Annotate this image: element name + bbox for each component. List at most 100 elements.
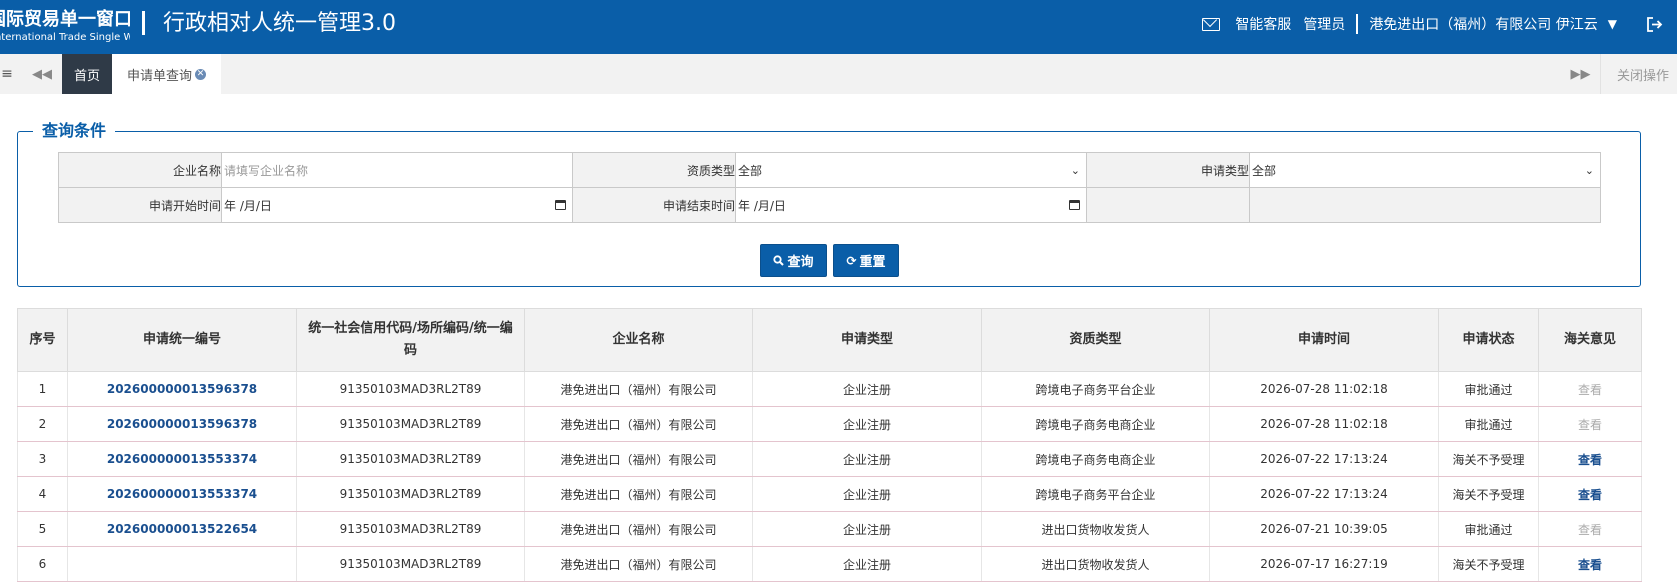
cell-apply-type: 企业注册: [752, 441, 982, 477]
calendar-icon[interactable]: [1069, 200, 1080, 210]
tab-home-label: 首页: [73, 68, 100, 84]
cell-company: 港免进出口（福州）有限公司: [524, 371, 753, 407]
cell-qual-type: 跨境电子商务电商企业: [981, 406, 1210, 442]
search-button[interactable]: 查询: [760, 244, 827, 277]
cell-opinion: 查看: [1538, 406, 1642, 442]
cell-status: 审批通过: [1438, 371, 1539, 407]
query-form: 企业名称 请填写企业名称 资质类型 全部 ⌄ 申请类型 全部 ⌄ 申请开始时间 年 …: [58, 152, 1601, 223]
col-status: 申请状态: [1438, 308, 1539, 372]
logout-icon[interactable]: [1637, 0, 1671, 48]
cell-credit-code: 91350103MAD3RL2T89: [296, 441, 525, 477]
cell-app-no-link[interactable]: 202600000013553374: [67, 476, 297, 512]
tab-close-icon[interactable]: ✕: [195, 68, 206, 80]
view-link-disabled: 查看: [1577, 522, 1602, 537]
tab-scroll-left-icon[interactable]: ◀◀: [22, 54, 62, 94]
table-row: 2 202600000013596378 91350103MAD3RL2T89 …: [17, 406, 1642, 442]
col-company: 企业名称: [524, 308, 753, 372]
cell-apply-type: 企业注册: [752, 546, 982, 582]
empty-field-cell: [1249, 187, 1601, 223]
brand-logo[interactable]: 国际贸易单一窗口 International Trade Single Wind…: [0, 9, 130, 45]
chevron-down-icon: ⌄: [1584, 163, 1594, 177]
view-link-disabled: 查看: [1577, 382, 1602, 397]
header-user-area: 智能客服 管理员 港免进出口（福州）有限公司 伊江云 ▼: [1202, 0, 1677, 48]
cell-opinion: 查看: [1538, 546, 1642, 582]
user-dropdown[interactable]: 港免进出口（福州）有限公司 伊江云 ▼: [1369, 14, 1617, 34]
query-panel-title: 查询条件: [33, 120, 116, 142]
cell-opinion: 查看: [1538, 371, 1642, 407]
tab-active-label: 申请单查询: [126, 68, 192, 84]
apply-type-value: 全部: [1252, 163, 1277, 178]
col-credit-code-line2: 码: [403, 343, 417, 358]
view-link[interactable]: 查看: [1578, 558, 1602, 572]
start-time-label: 申请开始时间: [58, 187, 222, 223]
col-apply-type: 申请类型: [752, 308, 982, 372]
close-operations-button[interactable]: 关闭操作: [1602, 54, 1677, 94]
cell-qual-type: 跨境电子商务平台企业: [981, 371, 1210, 407]
cell-credit-code: 91350103MAD3RL2T89: [296, 476, 525, 512]
start-date-value: 年 /月/日: [224, 198, 272, 213]
cell-seq: 3: [17, 441, 68, 477]
brand-name-cn: 国际贸易单一窗口: [0, 9, 130, 30]
cell-qual-type: 进出口货物收发货人: [981, 546, 1210, 582]
cell-app-no-link[interactable]: 202600000013522654: [67, 511, 297, 547]
table-row: 4 202600000013553374 91350103MAD3RL2T89 …: [17, 476, 1642, 512]
cell-seq: 1: [17, 371, 68, 407]
cell-opinion: 查看: [1538, 476, 1642, 512]
cell-app-no-link[interactable]: [67, 546, 297, 582]
cell-company: 港免进出口（福州）有限公司: [524, 476, 753, 512]
cell-app-no-link[interactable]: 202600000013596378: [67, 371, 297, 407]
close-operations-label: 关闭操作: [1617, 68, 1670, 84]
header-divider: [142, 11, 145, 35]
apply-type-select[interactable]: 全部 ⌄: [1249, 152, 1601, 188]
refresh-icon: ⟳: [846, 253, 857, 268]
cell-qual-type: 跨境电子商务平台企业: [981, 476, 1210, 512]
menu-toggle-icon[interactable]: ≡: [0, 54, 14, 94]
cell-qual-type: 进出口货物收发货人: [981, 511, 1210, 547]
empty-label-cell: [1086, 187, 1250, 223]
cell-apply-time: 2026-07-21 10:39:05: [1209, 511, 1439, 547]
cell-apply-time: 2026-07-28 11:02:18: [1209, 371, 1439, 407]
company-user-label: 港免进出口（福州）有限公司 伊江云: [1369, 17, 1598, 33]
reset-button-label: 重置: [859, 255, 886, 270]
mail-icon: [1202, 17, 1221, 31]
view-link[interactable]: 查看: [1578, 488, 1602, 502]
tab-bar: ≡ ◀◀ 首页 申请单查询 ✕ ▶▶ 关闭操作: [0, 54, 1677, 94]
cell-seq: 5: [17, 511, 68, 547]
cell-credit-code: 91350103MAD3RL2T89: [296, 371, 525, 407]
cell-apply-time: 2026-07-28 11:02:18: [1209, 406, 1439, 442]
calendar-icon[interactable]: [555, 200, 566, 210]
cell-seq: 6: [17, 546, 68, 582]
smart-service-link[interactable]: 智能客服: [1202, 14, 1291, 34]
role-label: 管理员: [1303, 17, 1346, 33]
start-date-input[interactable]: 年 /月/日: [221, 187, 573, 223]
cell-apply-type: 企业注册: [752, 476, 982, 512]
cell-qual-type: 跨境电子商务电商企业: [981, 441, 1210, 477]
qual-type-value: 全部: [738, 163, 763, 178]
table-row: 3 202600000013553374 91350103MAD3RL2T89 …: [17, 441, 1642, 477]
cell-app-no-link[interactable]: 202600000013553374: [67, 441, 297, 477]
smart-service-label: 智能客服: [1235, 17, 1292, 33]
cell-status: 审批通过: [1438, 511, 1539, 547]
col-credit-code: 统一社会信用代码/场所编码/统一编 码: [296, 308, 525, 372]
company-name-input[interactable]: 请填写企业名称: [221, 152, 573, 188]
cell-app-no-link[interactable]: 202600000013596378: [67, 406, 297, 442]
end-date-input[interactable]: 年 /月/日: [735, 187, 1087, 223]
qual-type-select[interactable]: 全部 ⌄: [735, 152, 1087, 188]
company-name-placeholder: 请填写企业名称: [224, 163, 309, 178]
cell-credit-code: 91350103MAD3RL2T89: [296, 546, 525, 582]
reset-button[interactable]: ⟳ 重置: [833, 244, 899, 277]
table-header-row: 序号 申请统一编号 统一社会信用代码/场所编码/统一编 码 企业名称 申请类型 …: [17, 308, 1642, 372]
chevron-down-icon: ⌄: [1070, 163, 1080, 177]
cell-company: 港免进出口（福州）有限公司: [524, 546, 753, 582]
end-date-value: 年 /月/日: [738, 198, 786, 213]
cell-company: 港免进出口（福州）有限公司: [524, 406, 753, 442]
table-row: 1 202600000013596378 91350103MAD3RL2T89 …: [17, 371, 1642, 407]
tab-scroll-right-icon[interactable]: ▶▶: [1561, 54, 1601, 94]
cell-opinion: 查看: [1538, 511, 1642, 547]
cell-apply-type: 企业注册: [752, 406, 982, 442]
tab-home[interactable]: 首页: [62, 54, 112, 94]
tab-application-query[interactable]: 申请单查询 ✕: [112, 54, 221, 94]
view-link[interactable]: 查看: [1578, 453, 1602, 467]
brand-name-en: International Trade Single Window: [0, 32, 130, 43]
qual-type-label: 资质类型: [572, 152, 736, 188]
